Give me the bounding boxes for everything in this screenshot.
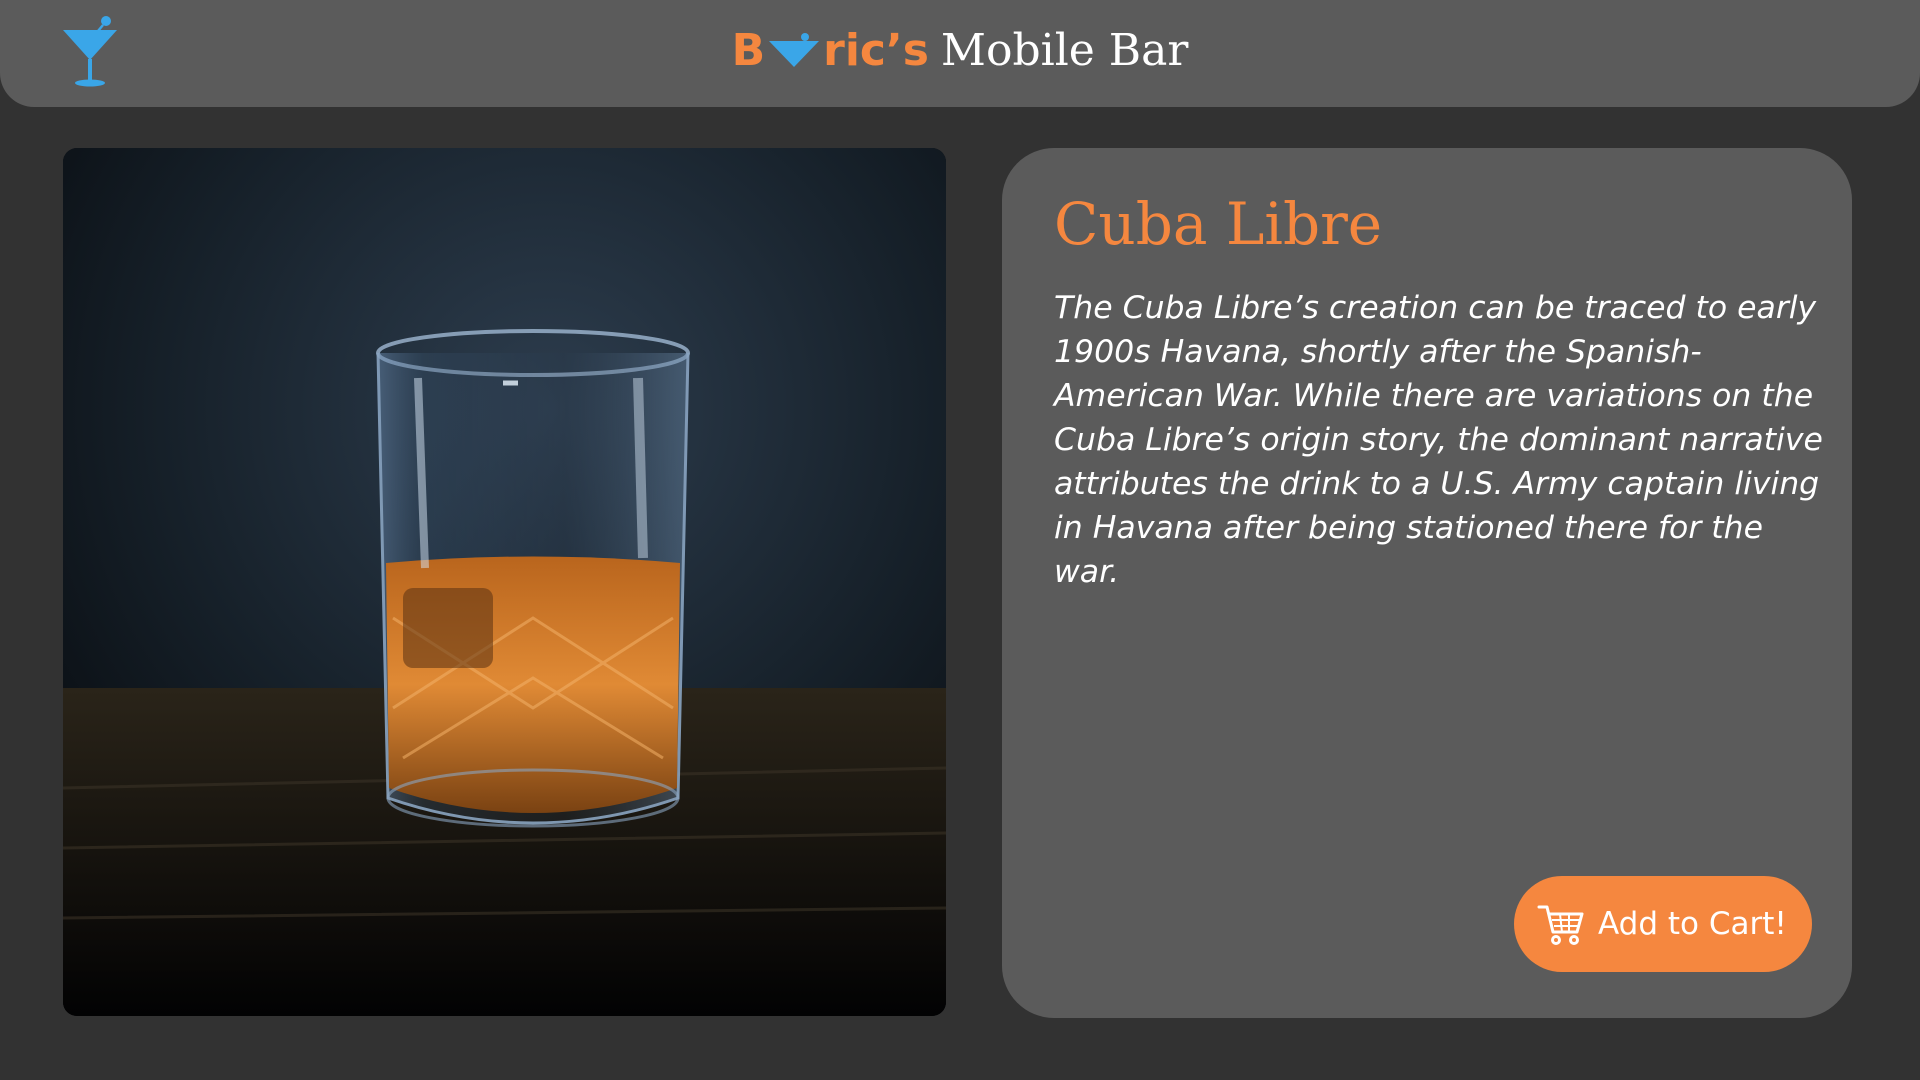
top-header: B ric’s Mobile Bar [0,0,1920,107]
brand-subtitle: Mobile Bar [940,25,1189,76]
product-title: Cuba Libre [1054,190,1383,258]
brand-name: B ric’s [732,22,929,80]
cocktail-glass-photo [63,148,946,1016]
martini-glass-icon [769,33,820,67]
brand-title: B ric’s Mobile Bar [0,22,1920,80]
shopping-cart-icon [1537,905,1584,945]
brand-suffix: ric’s [823,25,929,76]
add-to-cart-button[interactable]: Add to Cart! [1514,876,1812,972]
product-details-panel: Cuba Libre The Cuba Libre’s creation can… [1002,148,1852,1018]
product-description: The Cuba Libre’s creation can be traced … [1054,290,1823,590]
add-to-cart-label: Add to Cart! [1598,906,1787,942]
brand-prefix: B [731,25,766,76]
